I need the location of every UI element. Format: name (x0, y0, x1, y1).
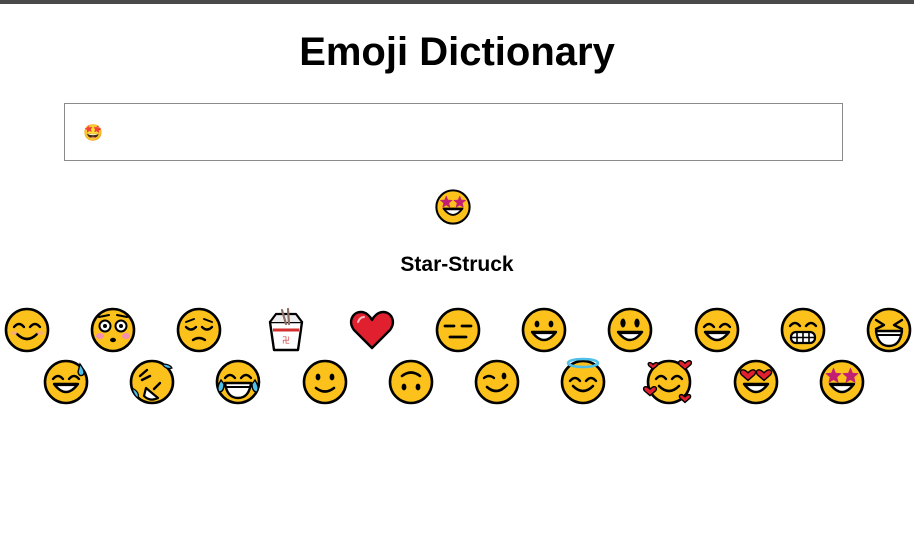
star-struck-icon[interactable] (818, 358, 866, 406)
emoji-search-input[interactable] (83, 118, 823, 146)
emoji-search-box[interactable] (64, 103, 843, 161)
red-heart-icon[interactable] (348, 306, 396, 354)
winking-face-icon[interactable] (473, 358, 521, 406)
page-title: Emoji Dictionary (299, 30, 615, 74)
grinning-face-with-big-eyes-icon[interactable] (606, 306, 654, 354)
face-with-tears-of-joy-icon[interactable] (214, 358, 262, 406)
flushed-face-icon[interactable] (89, 306, 137, 354)
smiling-face-with-heart-eyes-icon[interactable] (732, 358, 780, 406)
slightly-smiling-face-icon[interactable] (301, 358, 349, 406)
upside-down-face-icon[interactable] (387, 358, 435, 406)
grinning-face-with-smiling-eyes-icon[interactable] (693, 306, 741, 354)
smiling-face-with-hearts-icon[interactable] (642, 358, 693, 406)
smiling-face-with-smiling-eyes-icon[interactable] (3, 306, 51, 354)
result-emoji-star-struck-icon (434, 188, 472, 226)
takeout-box-icon[interactable]: 卍 (262, 306, 310, 354)
svg-text:卍: 卍 (282, 336, 290, 345)
grinning-face-with-sweat-icon[interactable] (42, 358, 90, 406)
grinning-face-icon[interactable] (520, 306, 568, 354)
pensive-face-icon[interactable] (175, 306, 223, 354)
smiling-face-with-halo-icon[interactable] (559, 357, 607, 406)
grinning-squinting-face-icon[interactable] (865, 306, 913, 354)
beaming-face-icon[interactable] (779, 306, 827, 354)
emoji-meaning-text: Star-Struck (400, 253, 514, 276)
window-top-border (0, 0, 914, 4)
rolling-on-floor-laughing-icon[interactable] (128, 358, 176, 406)
expressionless-face-icon[interactable] (434, 306, 482, 354)
